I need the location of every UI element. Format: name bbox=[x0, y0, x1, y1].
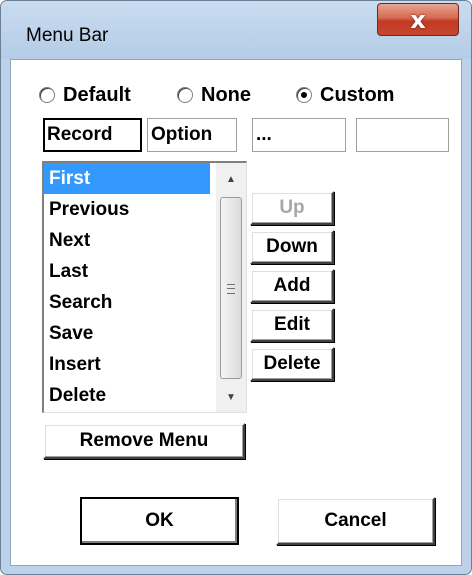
edit-button[interactable]: Edit bbox=[250, 308, 334, 342]
radio-default-label[interactable]: Default bbox=[63, 84, 131, 107]
radio-custom[interactable]: Custom bbox=[296, 82, 394, 108]
radio-none-circle[interactable] bbox=[177, 87, 193, 103]
radio-none-label[interactable]: None bbox=[201, 84, 251, 107]
list-item[interactable]: Insert bbox=[44, 349, 210, 380]
list-item[interactable]: First bbox=[44, 163, 210, 194]
radio-custom-circle[interactable] bbox=[296, 87, 312, 103]
list-item[interactable]: Previous bbox=[44, 194, 210, 225]
cancel-button[interactable]: Cancel bbox=[276, 497, 435, 545]
down-button[interactable]: Down bbox=[250, 230, 334, 264]
menu-items-list[interactable]: First Previous Next Last Search Save Ins… bbox=[42, 161, 247, 413]
scroll-up-icon[interactable]: ▲ bbox=[216, 165, 246, 193]
window-title: Menu Bar bbox=[26, 25, 109, 46]
list-scrollbar[interactable]: ▲ ▼ bbox=[216, 163, 246, 412]
add-button[interactable]: Add bbox=[250, 269, 334, 303]
radio-custom-label[interactable]: Custom bbox=[320, 84, 394, 107]
list-item[interactable]: Save bbox=[44, 318, 210, 349]
close-button[interactable]: x bbox=[377, 3, 459, 36]
radio-default-circle[interactable] bbox=[39, 87, 55, 103]
radio-none[interactable]: None bbox=[177, 82, 251, 108]
menu-field-option[interactable]: Option bbox=[147, 118, 237, 152]
menu-field-record[interactable]: Record bbox=[43, 118, 142, 152]
radio-default[interactable]: Default bbox=[39, 82, 131, 108]
up-button[interactable]: Up bbox=[250, 191, 334, 225]
remove-menu-button[interactable]: Remove Menu bbox=[43, 423, 245, 459]
list-item[interactable]: Next bbox=[44, 225, 210, 256]
menu-field-empty[interactable] bbox=[356, 118, 449, 152]
menu-items: First Previous Next Last Search Save Ins… bbox=[44, 163, 210, 411]
grip-icon bbox=[227, 284, 235, 294]
menu-bar-dialog: Menu Bar x Default None Custom Record Op… bbox=[0, 0, 472, 575]
list-item[interactable]: Last bbox=[44, 256, 210, 287]
list-item[interactable]: Delete bbox=[44, 380, 210, 411]
ok-button[interactable]: OK bbox=[80, 497, 239, 545]
scroll-thumb[interactable] bbox=[220, 197, 242, 379]
dialog-client-area: Default None Custom Record Option ... Fi… bbox=[10, 59, 462, 566]
scroll-down-icon[interactable]: ▼ bbox=[216, 383, 246, 411]
menu-field-more[interactable]: ... bbox=[252, 118, 346, 152]
list-item[interactable]: Search bbox=[44, 287, 210, 318]
close-icon: x bbox=[410, 5, 426, 34]
delete-button[interactable]: Delete bbox=[250, 347, 334, 381]
title-bar[interactable]: Menu Bar x bbox=[1, 1, 471, 59]
